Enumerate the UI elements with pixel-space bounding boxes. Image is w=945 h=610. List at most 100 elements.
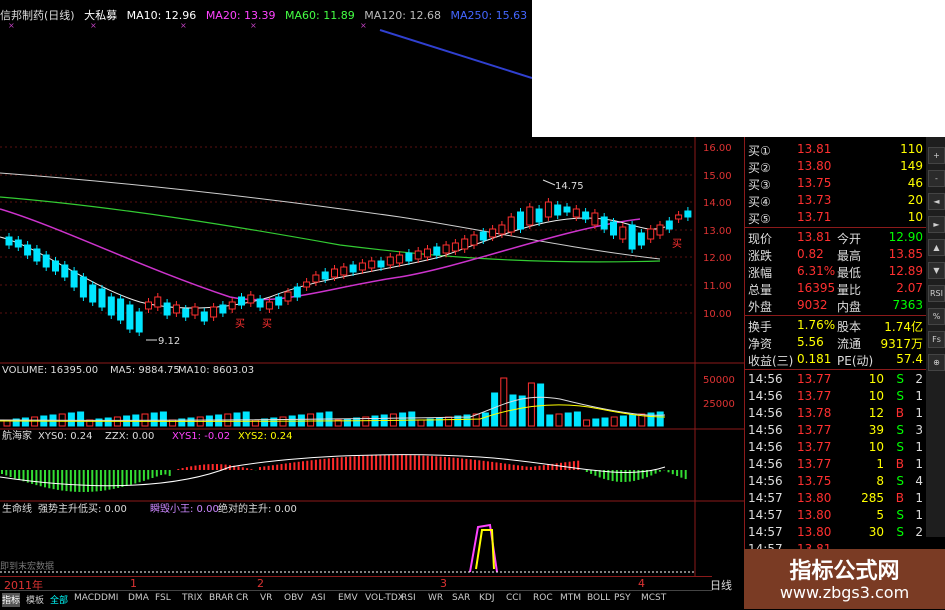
trade-count: 2 <box>915 372 923 386</box>
side-button-2[interactable]: ◄ <box>928 193 945 210</box>
candle-body <box>479 231 487 241</box>
svg-text:×: × <box>180 21 187 30</box>
bid-price: 13.73 <box>797 193 832 207</box>
candle-body <box>98 288 106 308</box>
trade-side: B <box>895 457 904 471</box>
side-button-0[interactable]: + <box>928 147 945 164</box>
side-button-8[interactable]: Fs <box>928 331 945 348</box>
stat-row[interactable]: 涨跌 0.82 最高 13.85 <box>745 246 926 263</box>
info-row[interactable]: 换手 1.76% 股本 1.74亿 <box>745 317 926 334</box>
candle-body <box>126 304 134 330</box>
trade-row[interactable]: 14:57 13.80 5 S 1 <box>745 507 926 524</box>
candle-body <box>52 260 59 272</box>
info-value: 1.74亿 <box>884 320 923 334</box>
tab-12[interactable]: ASI <box>311 593 326 607</box>
side-button-6[interactable]: RSI <box>928 285 945 302</box>
candle-body <box>275 296 283 306</box>
candle-body <box>507 216 515 233</box>
tab-19[interactable]: CCI <box>506 593 521 607</box>
side-button-3[interactable]: ► <box>928 216 945 233</box>
stat-row[interactable]: 涨幅 6.31% 最低 12.89 <box>745 263 926 280</box>
tab-5[interactable]: DMA <box>128 593 149 607</box>
tab-13[interactable]: EMV <box>338 593 358 607</box>
tab-16[interactable]: WR <box>428 593 443 607</box>
candle-body <box>24 244 32 256</box>
trade-price: 13.80 <box>797 525 832 539</box>
stat-value: 13.85 <box>888 247 923 261</box>
candle-body <box>498 224 506 235</box>
tab-7[interactable]: TRIX <box>182 593 203 607</box>
side-button-5[interactable]: ▼ <box>928 262 945 279</box>
period-label[interactable]: 日线 <box>710 577 732 593</box>
candle-body <box>563 206 571 213</box>
info-label: 股本 <box>837 320 862 334</box>
trade-row[interactable]: 14:56 13.77 1 B 1 <box>745 456 926 473</box>
trade-row[interactable]: 14:56 13.77 39 S 3 <box>745 422 926 439</box>
tab-18[interactable]: KDJ <box>479 593 495 607</box>
trade-price: 13.80 <box>797 508 832 522</box>
trade-row[interactable]: 14:57 13.80 30 S 2 <box>745 524 926 541</box>
tab-3[interactable]: MACD <box>74 593 101 607</box>
date-tick-2: 2 <box>257 577 264 590</box>
date-tick-1: 1 <box>130 577 137 590</box>
tab-1[interactable]: 模板 <box>26 593 44 607</box>
candle-body <box>424 248 431 258</box>
volume-bar <box>399 412 407 427</box>
volume-bar <box>656 411 664 427</box>
trade-row[interactable]: 14:56 13.77 10 S 1 <box>745 439 926 456</box>
trade-row[interactable]: 14:56 13.75 8 S 4 <box>745 473 926 490</box>
side-button-4[interactable]: ▲ <box>928 239 945 256</box>
side-button-1[interactable]: - <box>928 170 945 187</box>
candle-body <box>619 226 627 240</box>
trade-side: B <box>895 406 904 420</box>
volume-axis-top: 50000 <box>703 375 735 386</box>
trade-row[interactable]: 14:56 13.78 12 B 1 <box>745 405 926 422</box>
tab-9[interactable]: CR <box>236 593 249 607</box>
tab-20[interactable]: ROC <box>533 593 553 607</box>
tab-6[interactable]: FSL <box>155 593 171 607</box>
volume-bar <box>104 417 112 427</box>
stat-row[interactable]: 外盘 9032 内盘 7363 <box>745 297 926 314</box>
volume-bar <box>297 414 305 427</box>
tab-15[interactable]: RSI <box>401 593 416 607</box>
tab-10[interactable]: VR <box>260 593 272 607</box>
stat-value: 9032 <box>797 298 828 312</box>
bid-row[interactable]: 买① 13.81 110 <box>745 141 926 158</box>
bid-row[interactable]: 买⑤ 13.71 10 <box>745 209 926 226</box>
kline-chart[interactable]: 14.75 9.12 买 买 买 16.00 15.00 14.00 13.00… <box>0 137 744 577</box>
bid-row[interactable]: 买② 13.80 149 <box>745 158 926 175</box>
stat-row[interactable]: 总量 16395 量比 2.07 <box>745 280 926 297</box>
bid-row[interactable]: 买④ 13.73 20 <box>745 192 926 209</box>
info-row[interactable]: 净资 5.56 流通 9317万 <box>745 334 926 351</box>
trade-row[interactable]: 14:56 13.77 10 S 2 <box>745 371 926 388</box>
candle-body <box>145 301 152 310</box>
side-button-7[interactable]: % <box>928 308 945 325</box>
trade-price: 13.77 <box>797 389 832 403</box>
info-row[interactable]: 收益(三) 0.181 PE(动) 57.4 <box>745 351 926 368</box>
candle-body <box>675 214 683 220</box>
tab-14[interactable]: VOL-TDX <box>365 593 404 607</box>
info-value: 1.76% <box>797 318 836 332</box>
tab-11[interactable]: OBV <box>284 593 303 607</box>
tab-0[interactable]: 指标 <box>2 593 21 607</box>
tab-21[interactable]: MTM <box>560 593 581 607</box>
buy-marker-1: 买 <box>235 318 245 330</box>
tab-4[interactable]: DMI <box>101 593 118 607</box>
candle-body <box>135 311 143 333</box>
tab-17[interactable]: SAR <box>452 593 470 607</box>
trade-row[interactable]: 14:57 13.80 285 B 1 <box>745 490 926 507</box>
trade-row[interactable]: 14:56 13.77 10 S 1 <box>745 388 926 405</box>
stat-row[interactable]: 现价 13.81 今开 12.90 <box>745 229 926 246</box>
trade-side: S <box>896 423 904 437</box>
tab-24[interactable]: MCST <box>641 593 666 607</box>
tab-2[interactable]: 全部 <box>50 593 68 607</box>
tab-8[interactable]: BRAR <box>209 593 233 607</box>
tab-22[interactable]: BOLL <box>587 593 610 607</box>
trade-count: 1 <box>915 457 923 471</box>
side-button-9[interactable]: ⊕ <box>928 354 945 371</box>
trade-volume: 5 <box>876 508 884 522</box>
candle-body <box>5 236 13 246</box>
trade-side: S <box>896 474 904 488</box>
tab-23[interactable]: PSY <box>614 593 631 607</box>
bid-row[interactable]: 买③ 13.75 46 <box>745 175 926 192</box>
